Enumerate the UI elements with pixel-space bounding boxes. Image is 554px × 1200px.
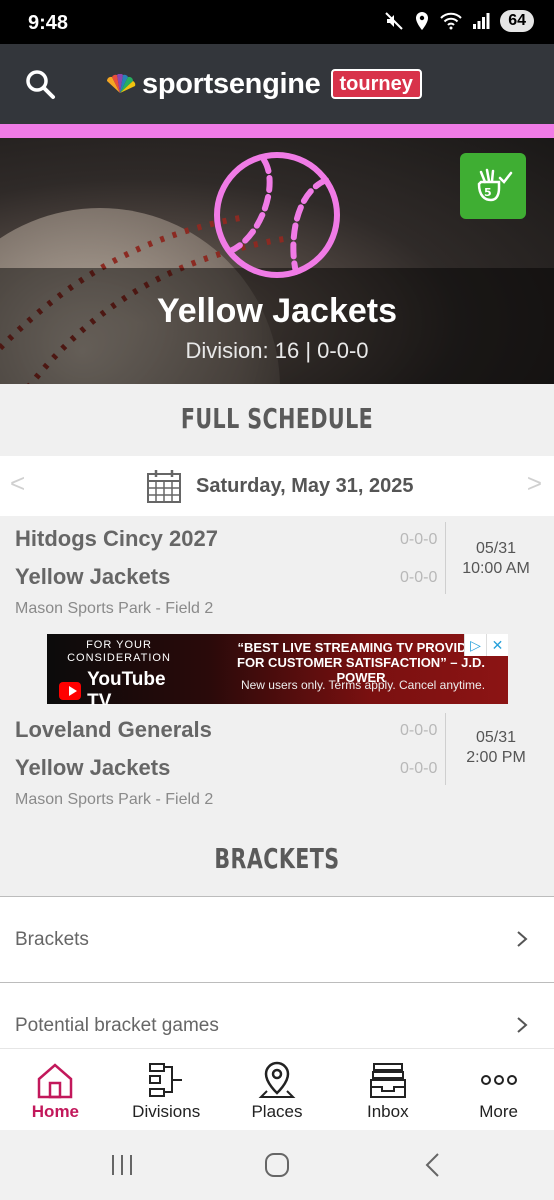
nav-label: Places [251, 1102, 303, 1121]
nav-places[interactable]: Places [222, 1049, 333, 1130]
divisions-icon [149, 1063, 183, 1097]
chevron-right-icon [517, 1017, 528, 1033]
date-selector: < Saturday, May 31, 2025 > [0, 456, 554, 516]
team-name: Yellow Jackets [156, 292, 398, 330]
nav-inbox[interactable]: Inbox [332, 1049, 443, 1130]
inbox-icon [369, 1063, 406, 1098]
nav-label: Inbox [366, 1102, 409, 1121]
game-time: 2:00 PM [466, 749, 526, 766]
search-button[interactable] [22, 66, 58, 102]
prev-date-button[interactable]: < [10, 468, 25, 499]
ad-close-icon[interactable]: ✕ [486, 634, 508, 656]
team-record: 0-0-0 [400, 531, 438, 548]
nav-divisions[interactable]: Divisions [111, 1049, 222, 1130]
home-team: Loveland Generals [15, 717, 212, 742]
more-icon [480, 1075, 517, 1085]
peacock-icon [106, 74, 136, 93]
mute-icon [385, 12, 403, 30]
team-record: 0-0-0 [400, 760, 438, 777]
tourney-badge: tourney [330, 69, 422, 99]
baseball-logo-icon [214, 152, 340, 278]
game-venue: Mason Sports Park - Field 2 [15, 791, 214, 808]
adchoices-icon[interactable]: ▷ [464, 634, 486, 656]
signal-icon [473, 13, 490, 29]
map-pin-icon [258, 1061, 296, 1098]
status-time: 9:48 [28, 12, 69, 34]
date-text: Saturday, May 31, 2025 [196, 474, 414, 497]
away-team: Yellow Jackets [15, 755, 171, 780]
search-icon [26, 70, 55, 99]
system-nav-bar [0, 1130, 554, 1200]
nav-home[interactable]: Home [0, 1049, 111, 1130]
home-icon [38, 1063, 73, 1099]
nav-label: Home [31, 1102, 80, 1121]
home-team: Hitdogs Cincy 2027 [15, 526, 218, 551]
wifi-icon [440, 12, 462, 30]
home-button-icon[interactable] [262, 1152, 292, 1178]
sportsengine-logo: sportsengine tourney [104, 66, 422, 102]
game-date: 05/31 [475, 540, 517, 557]
svg-text:5: 5 [484, 186, 492, 199]
list-item-label: Brackets [15, 929, 89, 950]
status-icons: 64 [384, 10, 534, 32]
game-card[interactable]: Loveland Generals 0-0-0 Yellow Jackets 0… [0, 705, 554, 823]
location-icon [416, 12, 429, 30]
app-header: sportsengine tourney [0, 44, 554, 124]
bottom-nav: Home Divisions Places Inbox More [0, 1048, 554, 1130]
game-date: 05/31 [475, 729, 517, 746]
checkin-button[interactable]: 5 [460, 153, 526, 219]
game-time: 10:00 AM [462, 560, 530, 577]
battery-indicator: 64 [500, 10, 534, 32]
back-icon[interactable] [418, 1152, 448, 1178]
away-team: Yellow Jackets [15, 564, 171, 589]
division-record: Division: 16 | 0-0-0 [185, 338, 369, 363]
accent-stripe [0, 124, 554, 138]
divider [445, 522, 446, 594]
status-bar: 9:48 64 [0, 0, 554, 44]
advertisement-banner[interactable]: FOR YOUR CONSIDERATION YouTube TV “BEST … [47, 634, 508, 712]
nav-label: More [479, 1102, 518, 1121]
game-venue: Mason Sports Park - Field 2 [15, 600, 214, 617]
calendar-icon [147, 470, 181, 503]
ad-fine-print: New users only. Terms apply. Cancel anyt… [240, 678, 486, 692]
next-date-button[interactable]: > [527, 468, 542, 499]
ad-line: CONSIDERATION [67, 652, 171, 664]
date-display[interactable]: Saturday, May 31, 2025 [146, 468, 414, 504]
team-record: 0-0-0 [400, 722, 438, 739]
divider [445, 713, 446, 785]
list-item-label: Potential bracket games [15, 1015, 219, 1036]
chevron-right-icon [517, 931, 528, 947]
ad-line: FOR YOUR [86, 639, 152, 651]
ad-controls: ▷ ✕ [464, 634, 508, 656]
brackets-link[interactable]: Brackets [0, 896, 554, 982]
recent-apps-icon[interactable] [107, 1152, 137, 1178]
logo-text: sportsengine [142, 67, 321, 100]
hand-check-icon: 5 [477, 168, 513, 202]
game-card[interactable]: Hitdogs Cincy 2027 0-0-0 Yellow Jackets … [0, 516, 554, 634]
ad-brand-block: FOR YOUR CONSIDERATION YouTube TV [59, 639, 179, 713]
nav-label: Divisions [132, 1102, 201, 1121]
nav-more[interactable]: More [443, 1049, 554, 1130]
brackets-title: BRACKETS [214, 842, 340, 875]
schedule-title: FULL SCHEDULE [180, 402, 374, 435]
youtube-play-icon [59, 682, 82, 700]
team-record: 0-0-0 [400, 569, 438, 586]
team-hero: 5 Yellow Jackets Division: 16 | 0-0-0 [0, 138, 554, 384]
